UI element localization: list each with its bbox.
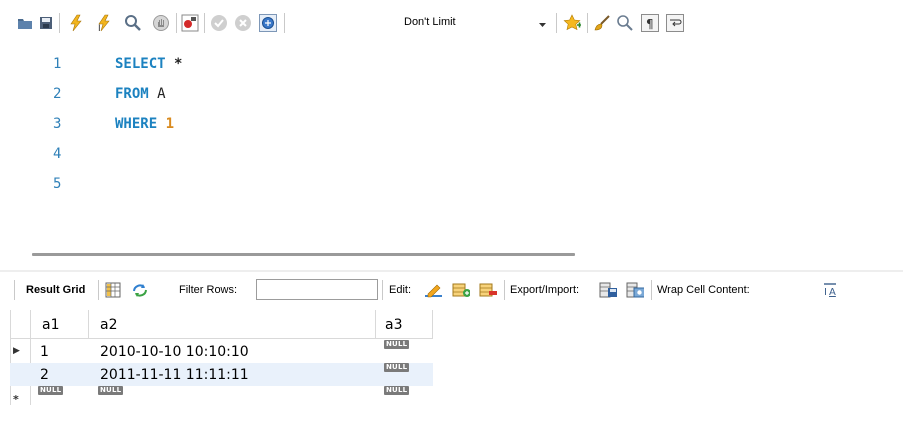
delete-row-icon[interactable] — [479, 282, 497, 298]
commit-icon[interactable] — [210, 14, 228, 32]
sql-operand: * — [174, 56, 183, 72]
column-header-a2[interactable]: a2 — [100, 317, 118, 333]
toolbar-separator — [651, 280, 652, 300]
toolbar-separator — [587, 13, 588, 33]
sql-keyword: FROM — [115, 86, 149, 102]
line-number: 1 — [53, 56, 62, 72]
sql-keyword: WHERE — [115, 116, 158, 132]
toolbar-separator — [556, 13, 557, 33]
grid-cell-a3[interactable]: NULL — [384, 386, 410, 395]
grid-cell-a2[interactable]: NULL — [98, 386, 124, 395]
grid-layout-icon[interactable] — [104, 282, 122, 298]
result-toolbar: Result Grid Filter Rows: Edit: Export/Im… — [0, 275, 903, 303]
filter-rows-input[interactable] — [256, 279, 378, 300]
toolbar-separator — [59, 13, 60, 33]
grid-cell-a3[interactable]: NULL — [384, 363, 410, 372]
limit-rows-value: Don't Limit — [404, 16, 456, 28]
import-icon[interactable] — [626, 282, 644, 298]
horizontal-scrollbar[interactable] — [32, 253, 575, 256]
grid-cell-a3[interactable]: NULL — [384, 340, 410, 349]
sql-operand: 1 — [165, 116, 175, 132]
current-row-marker-icon: ▶ — [13, 346, 20, 356]
toolbar-separator — [14, 280, 15, 300]
folder-open-icon[interactable] — [16, 14, 34, 32]
word-wrap-icon[interactable] — [666, 14, 684, 32]
svg-text:¶: ¶ — [646, 17, 654, 31]
wrap-cell-icon[interactable]: IA — [821, 282, 839, 298]
column-header-a1[interactable]: a1 — [42, 317, 60, 333]
sql-keyword: SELECT — [115, 56, 166, 72]
code-line[interactable]: 2 FROM A — [0, 78, 903, 108]
code-line[interactable]: 5 — [0, 168, 903, 198]
grid-cell-a2[interactable]: 2011-11-11 11:11:11 — [100, 367, 249, 383]
wrap-cell-content-label: Wrap Cell Content: — [657, 284, 750, 296]
toolbar-separator — [504, 280, 505, 300]
find-icon[interactable] — [616, 14, 634, 32]
export-icon[interactable] — [599, 282, 617, 298]
export-import-label: Export/Import: — [510, 284, 580, 296]
limit-rows-select[interactable]: Don't Limit — [402, 13, 552, 33]
toolbar-separator — [284, 13, 285, 33]
line-number: 5 — [53, 176, 62, 192]
toggle-error-icon[interactable] — [181, 14, 199, 32]
toolbar-separator — [98, 280, 99, 300]
beautify-brush-icon[interactable] — [593, 14, 611, 32]
svg-text:I: I — [824, 287, 827, 298]
add-row-icon[interactable] — [452, 282, 470, 298]
toolbar-separator — [382, 280, 383, 300]
invisibles-icon[interactable]: ¶ — [641, 14, 659, 32]
sql-operand: A — [157, 86, 166, 102]
svg-text:A: A — [829, 287, 836, 298]
grid-header-row: a1 a2 a3 — [10, 310, 433, 339]
code-line[interactable]: 1 SELECT * — [0, 48, 903, 78]
grid-cell-a2[interactable]: 2010-10-10 10:10:10 — [100, 344, 249, 360]
autocommit-icon[interactable] — [259, 14, 277, 32]
line-number: 3 — [53, 116, 62, 132]
rollback-icon[interactable] — [234, 14, 252, 32]
explain-icon[interactable] — [124, 14, 142, 32]
panel-splitter[interactable] — [0, 270, 903, 272]
code-line[interactable]: 3 WHERE 1 — [0, 108, 903, 138]
grid-cell-a1[interactable]: 2 — [40, 367, 49, 383]
save-icon[interactable] — [37, 14, 55, 32]
code-line[interactable]: 4 — [0, 138, 903, 168]
execute-lightning-icon[interactable] — [67, 14, 85, 32]
new-row-marker-icon: * — [13, 393, 19, 406]
execute-current-icon[interactable]: I — [96, 14, 114, 32]
edit-label: Edit: — [389, 284, 412, 296]
column-header-a3[interactable]: a3 — [385, 317, 403, 333]
toolbar-separator — [176, 13, 177, 33]
result-grid[interactable]: a1 a2 a3 ▶ 1 2010-10-10 10:10:10 NULL 2 … — [10, 310, 433, 406]
result-grid-tab[interactable]: Result Grid — [26, 284, 85, 296]
add-snippet-star-icon[interactable] — [563, 14, 581, 32]
sql-editor-toolbar: I Don't Limit ¶ — [0, 0, 903, 44]
refresh-icon[interactable] — [131, 282, 149, 298]
line-number: 4 — [53, 146, 62, 162]
sql-editor[interactable]: 1 SELECT * 2 FROM A 3 WHERE 1 4 5 — [0, 44, 903, 234]
chevron-down-icon — [539, 19, 546, 31]
table-row[interactable]: ▶ 1 2010-10-10 10:10:10 NULL — [10, 340, 433, 363]
filter-rows-label: Filter Rows: — [179, 284, 238, 296]
toolbar-separator — [204, 13, 205, 33]
stop-icon[interactable] — [152, 14, 170, 32]
line-number: 2 — [53, 86, 62, 102]
table-row[interactable]: 2 2011-11-11 11:11:11 NULL — [10, 363, 433, 386]
svg-text:I: I — [98, 24, 101, 32]
grid-cell-a1[interactable]: 1 — [40, 344, 49, 360]
grid-cell-a1[interactable]: NULL — [38, 386, 64, 395]
new-row[interactable]: * NULL NULL NULL — [10, 386, 433, 409]
edit-row-icon[interactable] — [424, 282, 442, 298]
